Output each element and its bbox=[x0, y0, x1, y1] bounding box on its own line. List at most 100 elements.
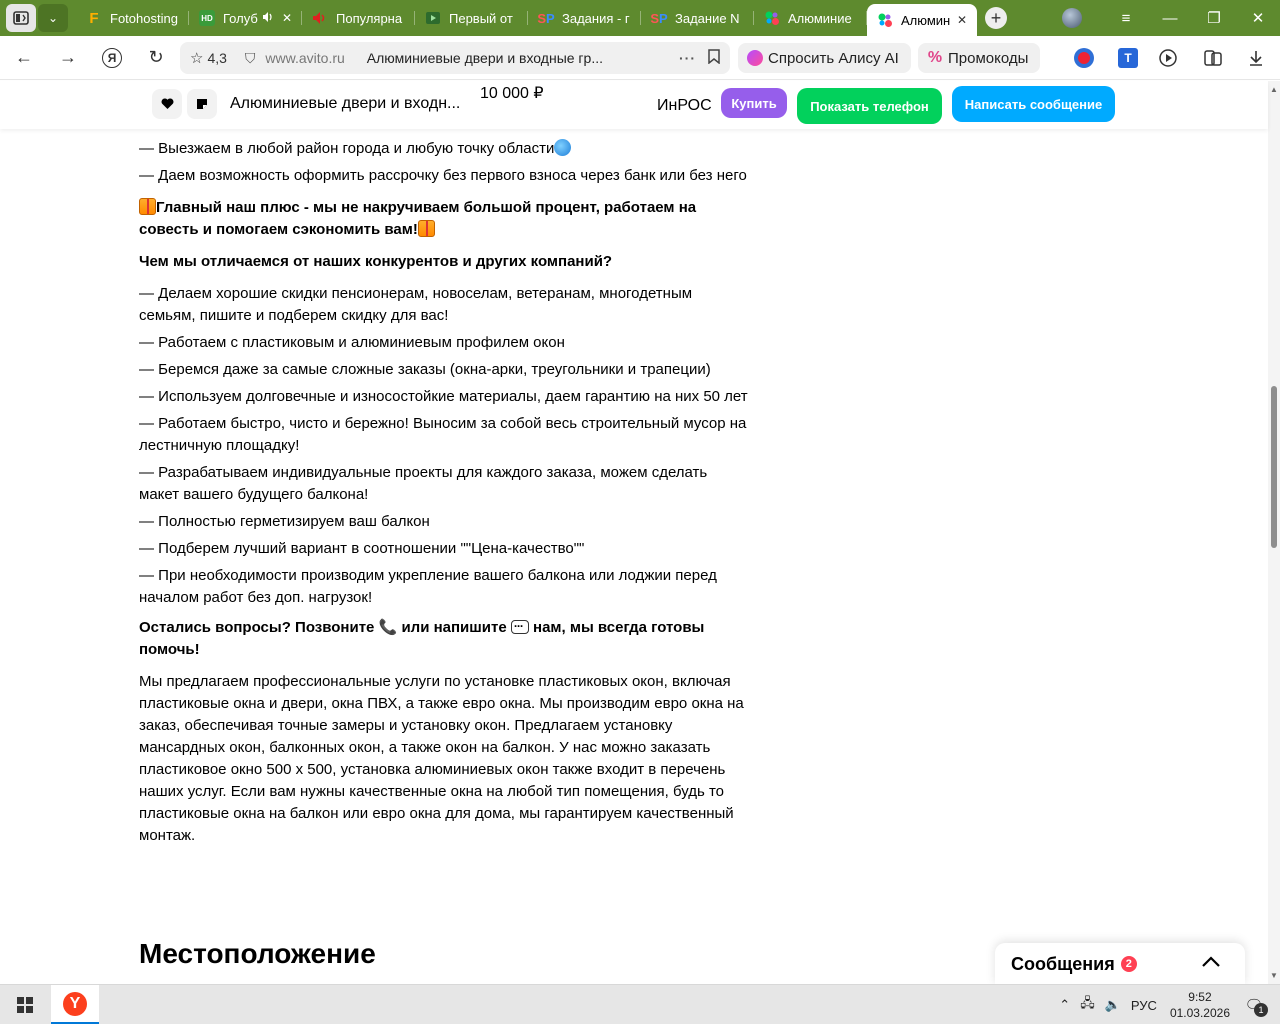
restore-button[interactable]: ❐ bbox=[1192, 9, 1236, 27]
scroll-down-icon[interactable]: ▼ bbox=[1270, 971, 1278, 980]
notification-count: 1 bbox=[1254, 1003, 1268, 1017]
differences-list-item: — Полностью герметизируем ваш балкон bbox=[139, 513, 430, 530]
tab-title: Алюмин bbox=[901, 12, 951, 28]
differences-list-item: — Беремся даже за самые сложные заказы (… bbox=[139, 361, 711, 378]
tab-close-icon[interactable]: ✕ bbox=[957, 13, 971, 27]
seller-name[interactable]: ИнРОС bbox=[657, 97, 712, 115]
tabs-dropdown-button[interactable]: ⌄ bbox=[38, 4, 68, 32]
gift-icon bbox=[139, 198, 156, 215]
minimize-icon: — bbox=[1162, 9, 1178, 27]
downloads-icon[interactable] bbox=[1244, 46, 1268, 70]
tray-chevron-up-icon[interactable]: ⌃ bbox=[1059, 997, 1070, 1013]
avito-favicon-icon bbox=[877, 12, 893, 28]
tab-title: Первый от bbox=[449, 10, 513, 26]
extension-adblock-icon[interactable] bbox=[1072, 46, 1096, 70]
yandex-home-button[interactable]: Я bbox=[90, 36, 134, 80]
differences-list-item: — При необходимости производим укреплени… bbox=[139, 567, 717, 606]
chevron-up-icon[interactable] bbox=[1201, 951, 1221, 974]
differences-list-item: — Используем долговечные и износостойкие… bbox=[139, 388, 748, 405]
url-domain: www.avito.ru bbox=[265, 50, 345, 66]
seo-paragraph: Мы предлагаем профессиональные услуги по… bbox=[139, 673, 744, 844]
tab-menu-group: ⌄ bbox=[6, 4, 68, 32]
browser-tab[interactable]: Алюминие bbox=[754, 3, 867, 33]
windows-logo-icon bbox=[17, 997, 33, 1013]
windows-taskbar: Y ⌃ 🖧 🔈 РУС 9:52 01.03.2026 🗨 1 bbox=[0, 984, 1280, 1024]
volume-icon[interactable]: 🔈 bbox=[1105, 997, 1121, 1013]
extension-translate-icon[interactable]: T bbox=[1116, 46, 1140, 70]
clock-date: 01.03.2026 bbox=[1169, 1006, 1230, 1020]
browser-tab-strip: ⌄ F Fotohosting HD Голуб ✕ Популярна Первый от… bbox=[0, 0, 1280, 36]
clock[interactable]: 9:52 01.03.2026 bbox=[1170, 989, 1230, 1021]
sp-favicon-icon: SP bbox=[650, 10, 668, 26]
network-icon[interactable]: 🖧 bbox=[1080, 994, 1095, 1016]
page-scrollbar[interactable]: ▲ ▼ bbox=[1268, 81, 1280, 984]
note-icon bbox=[197, 99, 207, 109]
sticky-product-bar: Алюминиевые двери и входн... 10 000 ₽ Ин… bbox=[0, 81, 1268, 129]
star-icon: ☆ bbox=[190, 50, 204, 67]
messages-widget[interactable]: Сообщения 2 bbox=[995, 943, 1245, 985]
browser-tab[interactable]: S P Задания - г bbox=[528, 3, 641, 33]
system-tray: ⌃ 🖧 🔈 РУС 9:52 01.03.2026 🗨 1 bbox=[1054, 985, 1280, 1024]
tab-close-icon[interactable]: ✕ bbox=[282, 11, 296, 25]
reload-icon: ↻ bbox=[148, 47, 164, 67]
tab-audio-icon[interactable] bbox=[262, 11, 276, 26]
taskbar-yandex-browser[interactable]: Y bbox=[51, 985, 99, 1024]
arrow-left-icon: ← bbox=[15, 47, 33, 67]
address-bar[interactable]: ☆ 4,3 ⛉ www.avito.ru Алюминиевые двери и … bbox=[180, 42, 730, 74]
hamburger-icon: ≡ bbox=[1121, 9, 1131, 27]
more-icon[interactable]: ··· bbox=[679, 50, 696, 66]
tab-list: F Fotohosting HD Голуб ✕ Популярна Первый от S P… bbox=[76, 0, 977, 36]
restore-icon: ❐ bbox=[1207, 10, 1221, 27]
back-button[interactable]: ← bbox=[2, 36, 46, 80]
extension-video-icon[interactable] bbox=[1157, 46, 1181, 70]
start-button[interactable] bbox=[0, 985, 50, 1024]
scroll-up-icon[interactable]: ▲ bbox=[1270, 85, 1278, 94]
site-rating[interactable]: ☆ 4,3 bbox=[190, 49, 227, 67]
clock-time: 9:52 bbox=[1188, 990, 1212, 1004]
browser-tab[interactable]: F Fotohosting bbox=[76, 3, 189, 33]
forward-button[interactable]: → bbox=[46, 36, 90, 80]
ask-alice-button[interactable]: Спросить Алису AI bbox=[738, 43, 911, 73]
avito-favicon-icon bbox=[764, 10, 780, 26]
browser-toolbar: ← → Я ↻ ☆ 4,3 ⛉ www.avito.ru Алюминиевые … bbox=[0, 36, 1280, 80]
tab-title: Алюминие bbox=[788, 10, 852, 26]
show-phone-button[interactable]: Показать телефон bbox=[797, 88, 942, 124]
collections-icon[interactable] bbox=[1201, 46, 1225, 70]
browser-tab[interactable]: Первый от bbox=[415, 3, 528, 33]
browser-tab[interactable]: HD Голуб ✕ bbox=[189, 3, 302, 33]
write-message-button[interactable]: Написать сообщение bbox=[952, 86, 1115, 122]
favorite-button[interactable] bbox=[152, 89, 182, 119]
security-shield-icon[interactable]: ⛉ bbox=[245, 50, 256, 67]
bookmark-icon[interactable] bbox=[708, 49, 720, 67]
yandex-browser-icon: Y bbox=[63, 991, 87, 1016]
tab-title: Fotohosting bbox=[110, 10, 178, 26]
language-indicator[interactable]: РУС bbox=[1131, 998, 1157, 1013]
scrollbar-thumb[interactable] bbox=[1271, 386, 1277, 548]
close-window-button[interactable]: ✕ bbox=[1236, 9, 1280, 27]
yandex-menu-button[interactable] bbox=[6, 4, 36, 32]
new-tab-button[interactable]: + bbox=[985, 7, 1007, 29]
plus-icon: + bbox=[990, 8, 1002, 28]
percent-icon: % bbox=[927, 49, 943, 66]
tab-title: Задания - г bbox=[562, 10, 630, 26]
sticky-product-title: Алюминиевые двери и входн... bbox=[230, 95, 461, 112]
browser-tab[interactable]: Алюмин ✕ bbox=[867, 4, 977, 36]
tab-title: Голуб bbox=[223, 10, 258, 26]
location-heading: Местоположение bbox=[139, 938, 376, 969]
video-favicon-icon bbox=[425, 10, 441, 26]
note-button[interactable] bbox=[187, 89, 217, 119]
minimize-button[interactable]: — bbox=[1148, 10, 1192, 27]
reload-button[interactable]: ↻ bbox=[134, 36, 178, 80]
profile-avatar[interactable] bbox=[1062, 8, 1082, 28]
differences-list-item: — Подберем лучший вариант в соотношении … bbox=[139, 540, 585, 557]
buy-button[interactable]: Купить bbox=[721, 88, 787, 118]
tab-title: Популярна bbox=[336, 10, 403, 26]
differences-list-item: — Делаем хорошие скидки пенсионерам, нов… bbox=[139, 285, 693, 324]
description-line: — Даем возможность оформить рассрочку бе… bbox=[139, 167, 747, 184]
browser-tab[interactable]: S P Задание N bbox=[641, 3, 754, 33]
notification-center-button[interactable]: 🗨 1 bbox=[1240, 991, 1268, 1019]
browser-menu-button[interactable]: ≡ bbox=[1104, 10, 1148, 27]
promocodes-button[interactable]: % Промокоды bbox=[918, 43, 1041, 73]
browser-tab[interactable]: Популярна bbox=[302, 3, 415, 33]
differences-list-item: — Работаем быстро, чисто и бережно! Выно… bbox=[139, 415, 747, 454]
